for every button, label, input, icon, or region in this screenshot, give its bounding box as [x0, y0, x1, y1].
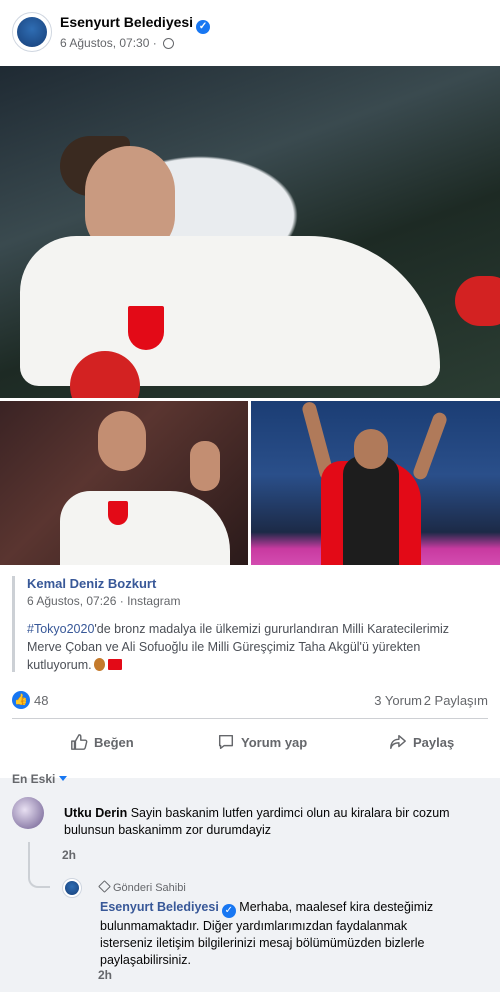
shared-text: #Tokyo2020'de bronz madalya ile ülkemizi… [27, 620, 487, 674]
share-button[interactable]: Paylaş [389, 722, 454, 762]
photo-karate-female[interactable] [0, 66, 500, 398]
comment-time[interactable]: 2h [62, 848, 76, 862]
reply-thread-line [28, 842, 50, 888]
page-avatar[interactable] [12, 12, 52, 52]
author-tag-label: Gönderi Sahibi [113, 882, 186, 894]
like-button[interactable]: Beğen [70, 722, 134, 762]
reply-avatar[interactable] [62, 878, 82, 898]
post-card: Esenyurt Belediyesi ✓ 6 Ağustos, 07:30 · … [0, 0, 500, 778]
shared-date[interactable]: 6 Ağustos, 07:26 [27, 594, 116, 608]
divider [12, 718, 488, 719]
comment-label: Yorum yap [241, 734, 308, 750]
author-tag: Gönderi Sahibi [98, 880, 454, 897]
share-label: Paylaş [413, 734, 455, 750]
action-bar: Beğen Yorum yap Paylaş [0, 722, 500, 762]
comment-button[interactable]: Yorum yap [217, 722, 307, 762]
reaction-bar: 👍 48 3 Yorum 2 Paylaşım [12, 690, 488, 712]
sort-label: En Eski [12, 772, 56, 786]
page-name[interactable]: Esenyurt Belediyesi [60, 14, 193, 30]
like-reaction-icon[interactable]: 👍 [12, 691, 30, 709]
commenter-name[interactable]: Utku Derin [64, 806, 127, 820]
like-label: Beğen [94, 734, 134, 750]
post-header: Esenyurt Belediyesi ✓ 6 Ağustos, 07:30 · [0, 0, 500, 66]
photo-karate-male[interactable] [0, 401, 248, 565]
reply-bubble: Gönderi Sahibi Esenyurt Belediyesi ✓ Merh… [88, 872, 466, 967]
globe-icon [163, 38, 175, 49]
share-icon [390, 734, 406, 750]
hashtag-link[interactable]: #Tokyo2020 [27, 622, 94, 636]
shared-meta: 6 Ağustos, 07:26 · Instagram [27, 594, 181, 608]
reply-time[interactable]: 2h [98, 968, 112, 982]
shared-author[interactable]: Kemal Deniz Bozkurt [27, 576, 156, 591]
photo-wrestler[interactable] [251, 401, 500, 565]
pencil-icon [98, 880, 111, 893]
verified-badge-icon: ✓ [221, 904, 236, 918]
share-count[interactable]: 2 Paylaşım [424, 693, 488, 708]
chevron-down-icon [59, 776, 68, 781]
comment-icon [218, 734, 234, 750]
thumbs-up-icon [71, 734, 88, 750]
post-date[interactable]: 6 Ağustos, 07:30 [60, 36, 149, 50]
page-name-row: Esenyurt Belediyesi ✓ [60, 14, 211, 34]
reaction-count[interactable]: 48 [34, 693, 48, 708]
post-meta: 6 Ağustos, 07:30 · [60, 36, 175, 50]
comment-count[interactable]: 3 Yorum [374, 693, 422, 708]
shared-post: Kemal Deniz Bozkurt 6 Ağustos, 07:26 · I… [12, 576, 488, 672]
verified-badge-icon: ✓ [196, 20, 211, 34]
commenter-avatar[interactable] [12, 797, 44, 829]
bronze-medal-icon [93, 658, 105, 671]
comment-bubble: Utku Derin Sayin baskanim lutfen yardimc… [52, 797, 466, 845]
comment-sort-dropdown[interactable]: En Eski [12, 772, 68, 786]
meta-separator: · [152, 36, 157, 50]
turkey-flag-icon [107, 659, 122, 670]
reply-author-name[interactable]: Esenyurt Belediyesi [100, 900, 219, 914]
shared-source: Instagram [127, 594, 181, 608]
